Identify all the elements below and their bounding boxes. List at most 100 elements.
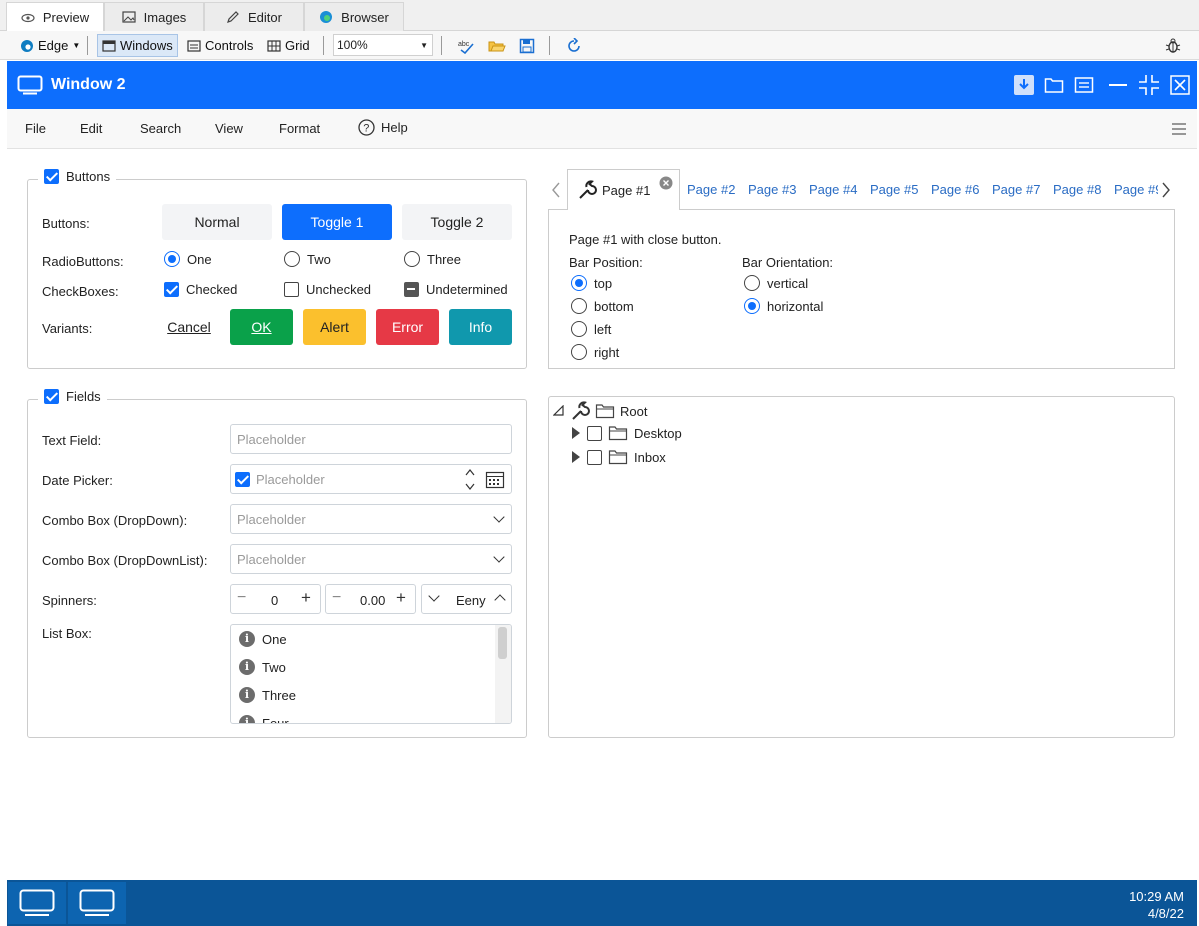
- plus-icon[interactable]: +: [396, 588, 406, 608]
- collapse-arrow-icon[interactable]: [553, 405, 565, 417]
- list-item-label: One: [262, 631, 287, 647]
- minus-icon[interactable]: −: [237, 589, 246, 607]
- spellcheck-button[interactable]: abc: [453, 34, 479, 57]
- tree-node-checkbox[interactable]: [587, 425, 602, 441]
- app-tab-browser[interactable]: Browser: [304, 2, 404, 31]
- listbox-scrollbar[interactable]: [495, 625, 511, 723]
- menu-view[interactable]: View: [215, 121, 243, 136]
- grid-button[interactable]: Grid: [263, 34, 314, 57]
- folder-icon[interactable]: [1044, 76, 1064, 94]
- combo-dropdownlist[interactable]: Placeholder: [230, 544, 512, 574]
- app-tab-editor[interactable]: Editor: [204, 2, 304, 31]
- menu-file[interactable]: File: [25, 121, 46, 136]
- ok-button[interactable]: OK: [230, 309, 293, 345]
- open-folder-button[interactable]: [484, 34, 510, 57]
- toggle-2-button[interactable]: Toggle 2: [402, 204, 512, 240]
- tree-node-inbox[interactable]: Inbox: [571, 449, 666, 465]
- checkbox-undetermined[interactable]: Undetermined: [404, 282, 508, 297]
- info-button[interactable]: Info: [449, 309, 512, 345]
- tree-node-desktop[interactable]: Desktop: [571, 425, 682, 441]
- chevron-down-icon[interactable]: [428, 590, 440, 602]
- radio-three[interactable]: Three: [404, 251, 461, 267]
- expand-arrow-icon[interactable]: [571, 426, 581, 440]
- tab-page-2[interactable]: Page #2: [687, 182, 735, 197]
- restore-icon[interactable]: [1138, 74, 1160, 96]
- taskbar-window-2[interactable]: [68, 882, 126, 924]
- radio-position-right[interactable]: right: [571, 344, 619, 360]
- combo-dropdown[interactable]: Placeholder: [230, 504, 512, 534]
- fields-group-checkbox[interactable]: [44, 389, 59, 404]
- chevron-right-icon[interactable]: [1160, 181, 1172, 199]
- taskbar-window-1[interactable]: [8, 882, 66, 924]
- app-tab-preview[interactable]: Preview: [6, 2, 104, 32]
- zoom-select[interactable]: 100% ▼: [333, 34, 433, 56]
- close-icon[interactable]: [1170, 75, 1190, 95]
- list-item[interactable]: i Four: [239, 715, 289, 723]
- tab-page-7[interactable]: Page #7: [992, 182, 1040, 197]
- window-titlebar[interactable]: Window 2: [7, 61, 1197, 109]
- list-item[interactable]: i Two: [239, 659, 286, 675]
- chevron-left-icon[interactable]: [550, 181, 562, 199]
- radio-position-bottom[interactable]: bottom: [571, 298, 634, 314]
- menu-search[interactable]: Search: [140, 121, 181, 136]
- radio-position-left[interactable]: left: [571, 321, 611, 337]
- chevron-down-icon[interactable]: [493, 511, 505, 523]
- download-button[interactable]: [1014, 75, 1034, 95]
- plus-icon[interactable]: +: [301, 588, 311, 608]
- hamburger-menu-icon[interactable]: [1171, 122, 1187, 136]
- tab-page-6[interactable]: Page #6: [931, 182, 979, 197]
- list-item[interactable]: i One: [239, 631, 287, 647]
- listbox[interactable]: i One i Two i Three i Four: [230, 624, 512, 724]
- controls-button[interactable]: Controls: [183, 34, 257, 57]
- radio-orientation-horizontal[interactable]: horizontal: [744, 298, 823, 314]
- app-tab-images[interactable]: Images: [104, 2, 204, 31]
- save-button[interactable]: [515, 34, 539, 57]
- menu-help[interactable]: ? Help: [358, 119, 408, 136]
- minus-icon[interactable]: −: [332, 589, 341, 607]
- up-down-arrows-icon[interactable]: [465, 467, 475, 493]
- minimize-icon[interactable]: [1108, 76, 1128, 94]
- tree-node-checkbox[interactable]: [587, 449, 602, 465]
- debug-button[interactable]: [1160, 34, 1186, 57]
- list-item[interactable]: i Three: [239, 687, 296, 703]
- radio-indicator: [571, 344, 587, 360]
- tab-page-4[interactable]: Page #4: [809, 182, 857, 197]
- chevron-up-icon[interactable]: [494, 594, 506, 606]
- list-spinner[interactable]: Eeny: [421, 584, 512, 614]
- buttons-group-checkbox[interactable]: [44, 169, 59, 184]
- windows-button[interactable]: Windows: [97, 34, 178, 57]
- date-picker[interactable]: Placeholder: [230, 464, 512, 494]
- tab-page-9[interactable]: Page #9: [1114, 182, 1158, 197]
- calendar-icon[interactable]: [485, 470, 505, 490]
- toggle-1-button[interactable]: Toggle 1: [282, 204, 392, 240]
- radio-position-top[interactable]: top: [571, 275, 612, 291]
- tab-page-8[interactable]: Page #8: [1053, 182, 1101, 197]
- tree-node-root[interactable]: Root: [553, 401, 647, 421]
- alert-button[interactable]: Alert: [303, 309, 366, 345]
- text-field[interactable]: Placeholder: [230, 424, 512, 454]
- normal-button[interactable]: Normal: [162, 204, 272, 240]
- tab-page-1[interactable]: Page #1: [567, 169, 680, 210]
- refresh-button[interactable]: [562, 34, 586, 57]
- radio-one[interactable]: One: [164, 251, 212, 267]
- menu-format[interactable]: Format: [279, 121, 320, 136]
- error-button[interactable]: Error: [376, 309, 439, 345]
- menu-edit[interactable]: Edit: [80, 121, 102, 136]
- checkbox-unchecked[interactable]: Unchecked: [284, 282, 371, 297]
- radio-orientation-vertical[interactable]: vertical: [744, 275, 808, 291]
- close-tab-icon[interactable]: [659, 176, 673, 190]
- integer-spinner[interactable]: − 0 +: [230, 584, 321, 614]
- tab-page-3[interactable]: Page #3: [748, 182, 796, 197]
- chevron-down-icon[interactable]: [493, 551, 505, 563]
- decimal-spinner[interactable]: − 0.00 +: [325, 584, 416, 614]
- browser-select[interactable]: Edge ▼: [16, 34, 84, 57]
- notes-icon[interactable]: [1074, 76, 1094, 94]
- scrollbar-thumb[interactable]: [498, 627, 507, 659]
- cancel-button[interactable]: Cancel: [162, 309, 216, 345]
- tab-page-5[interactable]: Page #5: [870, 182, 918, 197]
- taskbar-clock[interactable]: 10:29 AM 4/8/22: [1129, 888, 1184, 922]
- checkbox-checked[interactable]: Checked: [164, 282, 237, 297]
- expand-arrow-icon[interactable]: [571, 450, 581, 464]
- radio-two[interactable]: Two: [284, 251, 331, 267]
- date-picker-checkbox[interactable]: [235, 471, 250, 487]
